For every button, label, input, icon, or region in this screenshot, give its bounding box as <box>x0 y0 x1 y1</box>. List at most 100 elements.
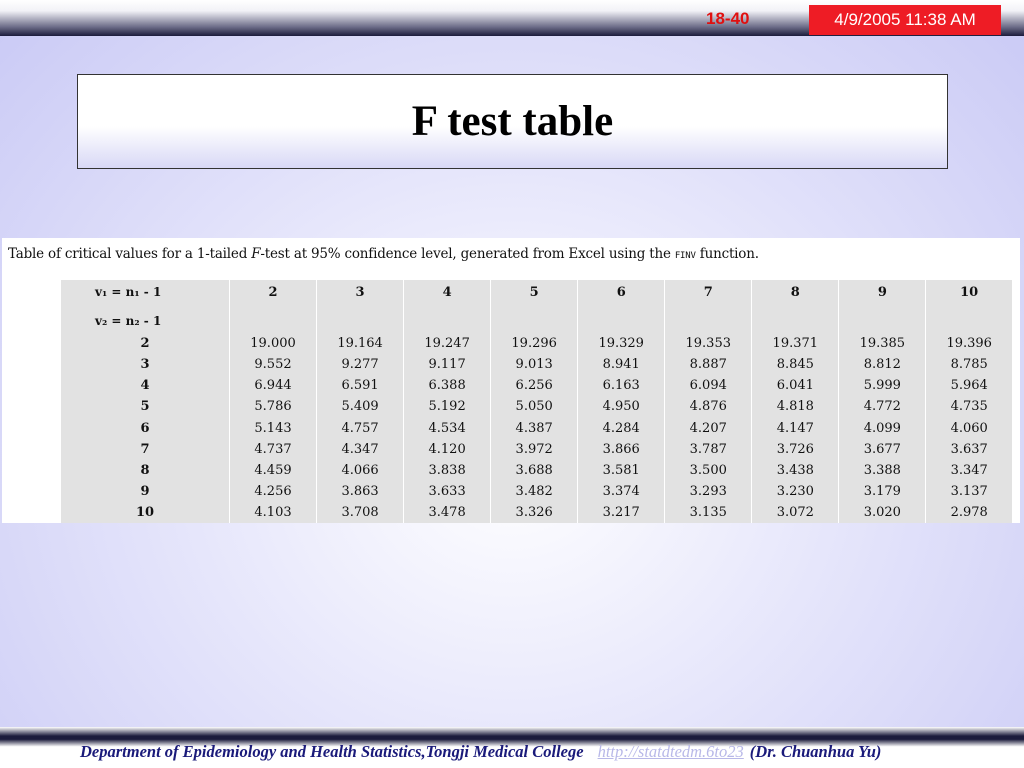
table-cell: 3.478 <box>403 501 492 523</box>
footer-department: Department of Epidemiology and Health St… <box>80 742 584 761</box>
row-label: 2 <box>61 333 230 355</box>
caption-text-pre: Table of critical values for a 1-tailed <box>8 246 252 262</box>
column-header: 3 <box>316 280 405 310</box>
table-cell: 6.041 <box>751 375 840 397</box>
table-cell: 6.163 <box>577 375 666 397</box>
caption-text-mid: -test at 95% confidence level, generated… <box>260 246 675 262</box>
table-cell: 3.217 <box>577 501 666 523</box>
table-cell: 3.293 <box>664 480 753 502</box>
table-cell: 19.353 <box>664 333 753 355</box>
table-row: 3 9.552 9.277 9.117 9.013 8.941 8.887 8.845 8.81… <box>61 354 1012 376</box>
table-cell: 6.256 <box>490 375 579 397</box>
table-cell: 8.887 <box>664 354 753 376</box>
table-cell: 3.500 <box>664 459 753 481</box>
table-cell: 3.726 <box>751 438 840 460</box>
table-cell: 19.396 <box>946 336 992 352</box>
table-row: 8 4.459 4.066 3.838 3.688 3.581 3.500 3.438 3.38… <box>61 459 1012 481</box>
table-cell: 5.786 <box>229 396 318 418</box>
table-cell: 3.972 <box>490 438 579 460</box>
table-cell: 4.757 <box>316 417 405 439</box>
table-cell: 4.060 <box>950 420 988 436</box>
column-header: 4 <box>403 280 492 310</box>
empty-cell <box>926 309 1012 333</box>
table-cell: 3.863 <box>316 480 405 502</box>
footer-author: (Dr. Chuanhua Yu) <box>749 742 882 761</box>
column-header: 8 <box>751 280 840 310</box>
table-cell: 19.329 <box>577 333 666 355</box>
table-cell: 6.388 <box>403 375 492 397</box>
table-cell: 9.013 <box>490 354 579 376</box>
table-cell: 3.866 <box>577 438 666 460</box>
table-cell: 4.347 <box>316 438 405 460</box>
table-cell: 3.137 <box>950 483 988 499</box>
footer-link[interactable]: http://statdtedm.6to23 <box>598 742 744 761</box>
table-cell: 6.591 <box>316 375 405 397</box>
date-time-label: 4/9/2005 11:38 AM <box>834 10 976 29</box>
row-label: 5 <box>61 396 230 418</box>
table-cell: 3.838 <box>403 459 492 481</box>
table-cell: 19.296 <box>490 333 579 355</box>
table-cell: 3.347 <box>950 462 988 478</box>
table-cell: 3.388 <box>838 459 927 481</box>
table-cell: 8.941 <box>577 354 666 376</box>
table-cell: 5.409 <box>316 396 405 418</box>
table-cell: 4.737 <box>229 438 318 460</box>
table-cell: 3.482 <box>490 480 579 502</box>
table-cell: 5.192 <box>403 396 492 418</box>
row-label: 3 <box>61 354 230 376</box>
table-cell: 5.999 <box>838 375 927 397</box>
table-row: 7 4.737 4.347 4.120 3.972 3.866 3.787 3.726 3.67… <box>61 438 1012 460</box>
column-header: 6 <box>577 280 666 310</box>
table-cell: 3.230 <box>751 480 840 502</box>
table-cell: 9.552 <box>229 354 318 376</box>
table-row: 4 6.944 6.591 6.388 6.256 6.163 6.094 6.041 5.99… <box>61 375 1012 397</box>
title-box: F test table <box>77 74 948 169</box>
table-cell: 4.534 <box>403 417 492 439</box>
table-cell: 4.207 <box>664 417 753 439</box>
empty-cell <box>838 309 927 334</box>
empty-cell <box>577 309 666 334</box>
table-cell: 6.094 <box>664 375 753 397</box>
table-cell: 4.772 <box>838 396 927 418</box>
table-row: 5 5.786 5.409 5.192 5.050 4.950 4.876 4.818 4.77… <box>61 396 1012 418</box>
slide-number: 18-40 <box>706 9 750 28</box>
table-row: 6 5.143 4.757 4.534 4.387 4.284 4.207 4.147 4.09… <box>61 417 1012 439</box>
corner-label-v2: v₂ = n₂ - 1 <box>61 309 230 334</box>
table-cell: 3.688 <box>490 459 579 481</box>
table-cell: 4.818 <box>751 396 840 418</box>
table-cell: 3.677 <box>838 438 927 460</box>
table-cell: 4.284 <box>577 417 666 439</box>
empty-cell <box>490 309 579 334</box>
table-cell: 6.944 <box>229 375 318 397</box>
table-cell: 5.050 <box>490 396 579 418</box>
table-cell: 19.371 <box>751 333 840 355</box>
table-cell: 4.876 <box>664 396 753 418</box>
f-critical-values-table: v₁ = n₁ - 1 2 3 4 5 6 7 8 9 10 v₂ = n₂ - 1 2 19.000 1… <box>61 280 1012 523</box>
table-cell: 3.708 <box>316 501 405 523</box>
empty-cell <box>229 309 318 334</box>
column-header: 7 <box>664 280 753 310</box>
table-cell: 3.020 <box>838 501 927 523</box>
row-label: 6 <box>61 417 230 439</box>
table-cell: 4.256 <box>229 480 318 502</box>
footer: Department of Epidemiology and Health St… <box>80 742 881 762</box>
row-label: 9 <box>61 480 230 502</box>
table-cell: 3.637 <box>950 441 988 457</box>
table-cell: 4.099 <box>838 417 927 439</box>
caption-function-name: FINV <box>674 251 696 261</box>
caption-text-post: function. <box>695 246 759 262</box>
row-label: 7 <box>61 438 230 460</box>
table-cell: 3.072 <box>751 501 840 523</box>
table-cell: 5.143 <box>229 417 318 439</box>
table-cell: 19.247 <box>403 333 492 355</box>
table-cell: 4.066 <box>316 459 405 481</box>
table-cell: 4.735 <box>950 399 988 415</box>
table-cell: 3.135 <box>664 501 753 523</box>
table-header-row: v₁ = n₁ - 1 2 3 4 5 6 7 8 9 10 <box>61 280 1012 310</box>
table-cell: 19.000 <box>229 333 318 355</box>
row-label: 8 <box>61 459 230 481</box>
table-caption: Table of critical values for a 1-tailed … <box>8 246 759 262</box>
table-cell: 19.385 <box>838 333 927 355</box>
table-cell: 3.633 <box>403 480 492 502</box>
table-cell: 8.785 <box>950 357 988 373</box>
